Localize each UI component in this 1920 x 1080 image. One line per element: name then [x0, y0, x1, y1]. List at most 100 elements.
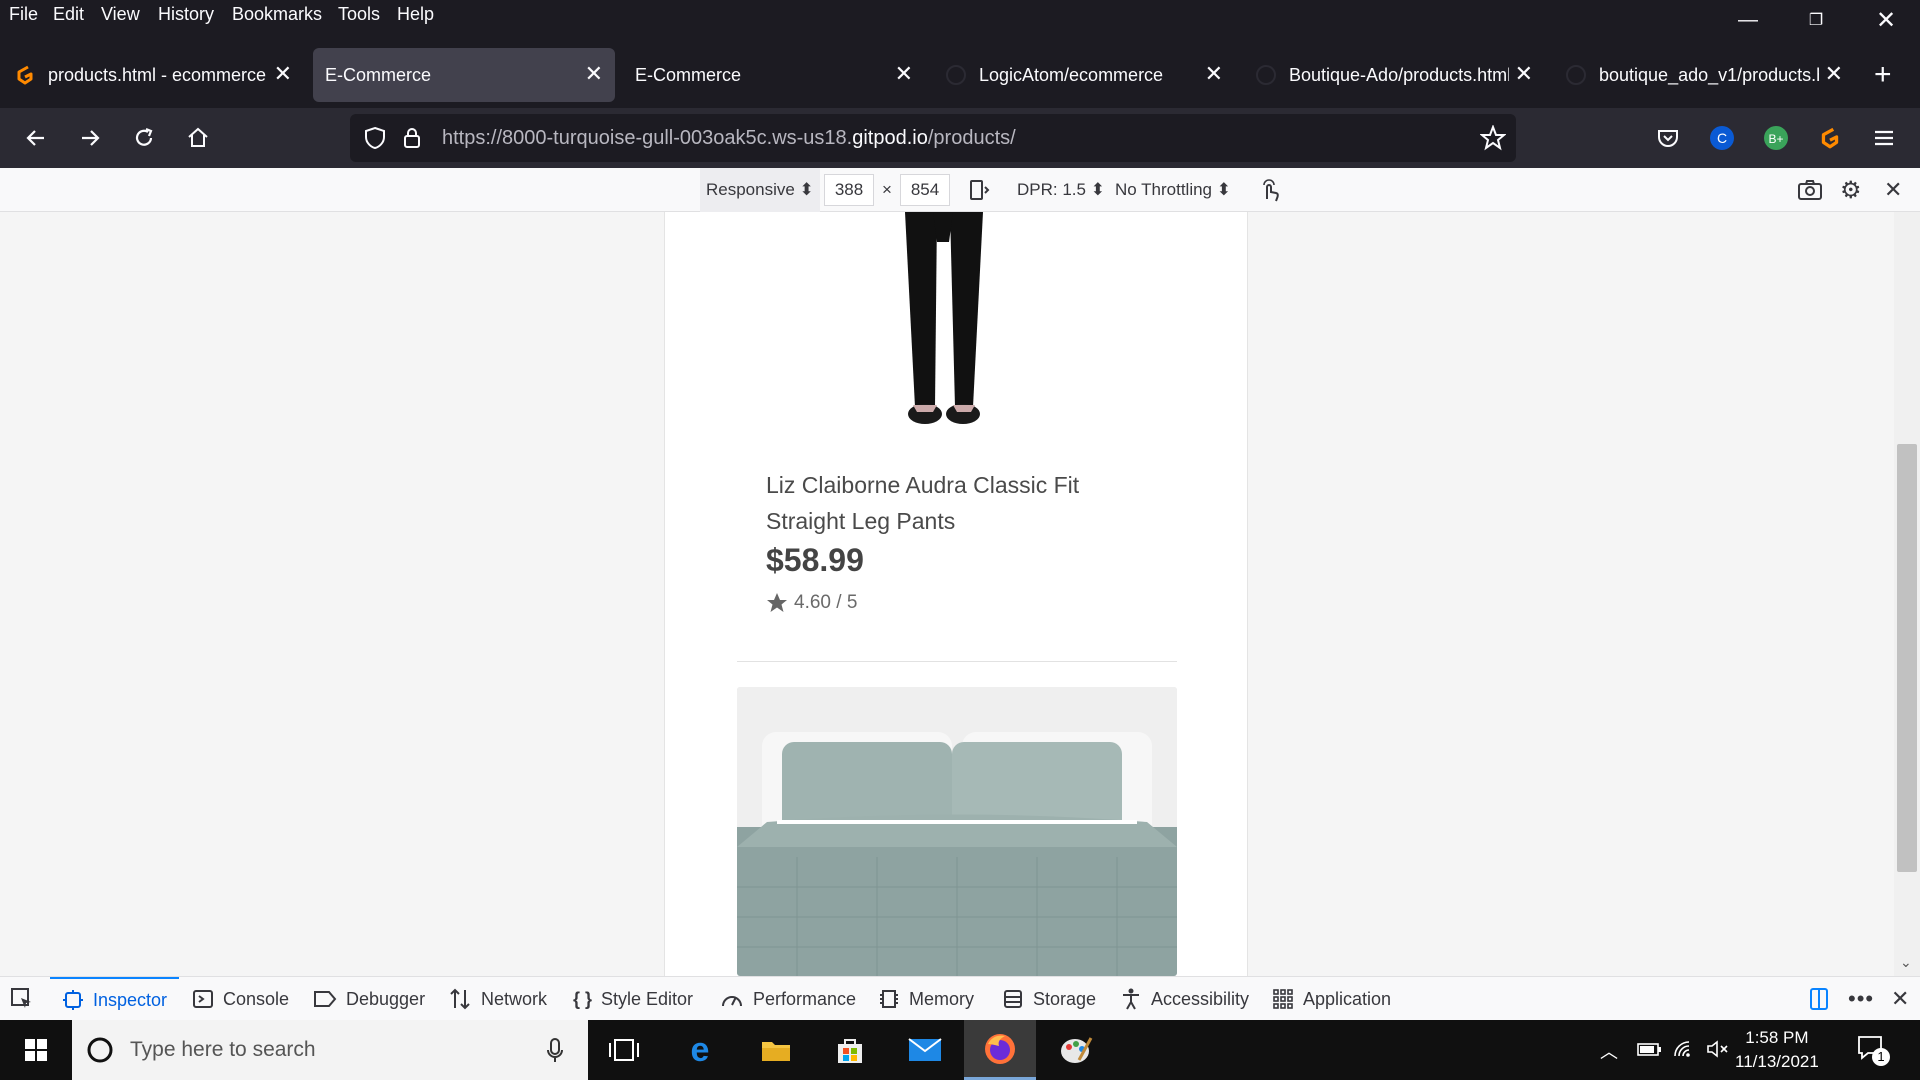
lock-icon[interactable]	[402, 126, 422, 155]
battery-icon[interactable]	[1636, 1038, 1662, 1065]
rotate-icon[interactable]	[967, 168, 991, 212]
tab-storage[interactable]: Storage	[1002, 977, 1096, 1021]
tab-console[interactable]: Console	[192, 977, 289, 1021]
tab-debugger[interactable]: Debugger	[313, 977, 425, 1021]
close-rdm-icon[interactable]: ✕	[1884, 168, 1902, 212]
volume-muted-icon[interactable]	[1706, 1038, 1730, 1065]
hamburger-menu-icon[interactable]	[1866, 120, 1902, 156]
screenshot-icon[interactable]	[1797, 168, 1823, 212]
tab-boutique-ado-v1[interactable]: boutique_ado_v1/products.h ✕	[1553, 48, 1855, 102]
menu-help[interactable]: Help	[397, 4, 434, 25]
mobile-page: Liz Claiborne Audra Classic Fit Straight…	[664, 212, 1248, 976]
menu-bookmarks[interactable]: Bookmarks	[232, 4, 322, 25]
close-icon[interactable]: ✕	[585, 62, 603, 86]
throttling-select[interactable]: No Throttling ⬍	[1115, 168, 1231, 212]
restore-icon[interactable]: ❐	[1782, 0, 1850, 40]
tab-boutique-ado[interactable]: Boutique-Ado/products.html ✕	[1243, 48, 1545, 102]
shield-icon[interactable]	[364, 126, 386, 155]
extension-c-icon[interactable]: C	[1704, 120, 1740, 156]
touch-simulation-icon[interactable]	[1258, 168, 1282, 212]
windows-start-icon[interactable]	[0, 1020, 72, 1080]
page-scrollbar[interactable]: ⌄	[1894, 212, 1920, 976]
taskbar-search[interactable]: Type here to search	[72, 1020, 588, 1080]
device-select[interactable]: Responsive ⬍	[700, 168, 820, 212]
product-image-bedding[interactable]	[737, 687, 1177, 976]
viewport-width-input[interactable]: 388	[824, 174, 874, 206]
close-icon[interactable]: ✕	[895, 62, 913, 86]
minimize-icon[interactable]: —	[1714, 0, 1782, 40]
network-icon	[450, 988, 470, 1010]
bookmark-star-icon[interactable]	[1479, 124, 1507, 156]
tab-network[interactable]: Network	[448, 977, 547, 1021]
tab-inspector[interactable]: Inspector	[50, 977, 180, 1021]
responsive-design-toolbar: Responsive ⬍ 388 × 854 DPR: 1.5 ⬍ No Thr…	[0, 168, 1920, 212]
dimension-separator: ×	[882, 180, 892, 199]
tab-performance[interactable]: Performance	[720, 977, 856, 1021]
more-options-icon[interactable]: •••	[1848, 977, 1874, 1021]
address-bar[interactable]: https://8000-turquoise-gull-003oak5c.ws-…	[350, 114, 1516, 162]
menu-file[interactable]: File	[9, 4, 38, 25]
tab-memory[interactable]: Memory	[878, 977, 974, 1021]
mail-icon[interactable]	[889, 1020, 961, 1080]
pocket-icon[interactable]	[1650, 120, 1686, 156]
scrollbar-thumb[interactable]	[1897, 444, 1917, 872]
paint-icon[interactable]	[1040, 1020, 1112, 1080]
tab-title: E-Commerce	[325, 64, 432, 85]
reload-icon[interactable]	[126, 120, 162, 156]
settings-gear-icon[interactable]: ⚙	[1840, 168, 1862, 212]
tab-gitpod-products[interactable]: products.html - ecommerce ✕	[2, 48, 304, 102]
cortana-circle-icon	[87, 1037, 113, 1063]
extension-bplus-icon[interactable]: B+	[1758, 120, 1794, 156]
notification-center-icon[interactable]: 1	[1856, 1034, 1896, 1066]
url-text[interactable]: https://8000-turquoise-gull-003oak5c.ws-…	[442, 127, 1016, 150]
menu-tools[interactable]: Tools	[338, 4, 380, 25]
close-icon[interactable]: ✕	[1205, 62, 1223, 86]
close-icon[interactable]: ✕	[274, 62, 292, 86]
performance-icon	[722, 996, 742, 1007]
file-explorer-icon[interactable]	[740, 1020, 812, 1080]
tab-strip: products.html - ecommerce ✕ E-Commerce ✕…	[0, 44, 1920, 106]
menu-view[interactable]: View	[101, 4, 140, 25]
tab-accessibility[interactable]: Accessibility	[1120, 977, 1249, 1021]
close-icon[interactable]: ✕	[1825, 62, 1843, 86]
task-view-icon[interactable]	[588, 1020, 660, 1080]
product-title[interactable]: Liz Claiborne Audra Classic Fit Straight…	[766, 467, 1126, 539]
forward-icon[interactable]	[72, 120, 108, 156]
tab-application[interactable]: Application	[1272, 977, 1391, 1021]
dock-side-icon[interactable]	[1808, 977, 1830, 1021]
navigation-toolbar: https://8000-turquoise-gull-003oak5c.ws-…	[0, 108, 1920, 168]
tab-style-editor[interactable]: { } Style Editor	[573, 977, 693, 1021]
firefox-icon[interactable]	[964, 1020, 1036, 1080]
system-clock[interactable]: 1:58 PM 11/13/2021	[1735, 1026, 1819, 1074]
microphone-icon[interactable]	[546, 1038, 564, 1064]
microsoft-store-icon[interactable]	[814, 1020, 886, 1080]
menu-history[interactable]: History	[158, 4, 214, 25]
wifi-icon[interactable]	[1672, 1038, 1698, 1065]
console-icon	[193, 990, 213, 1008]
devtools-toolbar: Inspector Console Debugger Network { } S…	[0, 976, 1920, 1020]
product-divider	[737, 661, 1177, 662]
close-icon[interactable]: ✕	[1515, 62, 1533, 86]
tab-ecommerce-active[interactable]: E-Commerce ✕	[313, 48, 615, 102]
gitpod-extension-icon[interactable]	[1812, 120, 1848, 156]
svg-text:C: C	[1717, 130, 1727, 146]
element-picker-icon[interactable]	[10, 977, 34, 1021]
home-icon[interactable]	[180, 120, 216, 156]
close-devtools-icon[interactable]: ✕	[1891, 977, 1909, 1021]
storage-icon	[1004, 990, 1022, 1008]
github-icon	[1255, 64, 1277, 86]
menu-edit[interactable]: Edit	[53, 4, 84, 25]
window-close-icon[interactable]: ✕	[1852, 0, 1920, 40]
tab-ecommerce[interactable]: E-Commerce ✕	[623, 48, 925, 102]
tab-title: Boutique-Ado/products.html	[1289, 64, 1509, 85]
memory-icon	[880, 990, 898, 1008]
edge-icon[interactable]: e	[664, 1020, 736, 1080]
new-tab-icon[interactable]: +	[1874, 58, 1892, 92]
show-hidden-icons-icon[interactable]: ︿	[1600, 1038, 1618, 1064]
viewport-height-input[interactable]: 854	[900, 174, 950, 206]
scroll-down-arrow-icon[interactable]: ⌄	[1900, 954, 1912, 971]
product-image-pants[interactable]	[875, 212, 1055, 432]
dpr-select[interactable]: DPR: 1.5 ⬍	[1017, 168, 1105, 212]
back-icon[interactable]	[18, 120, 54, 156]
tab-logicatom[interactable]: LogicAtom/ecommerce ✕	[933, 48, 1235, 102]
